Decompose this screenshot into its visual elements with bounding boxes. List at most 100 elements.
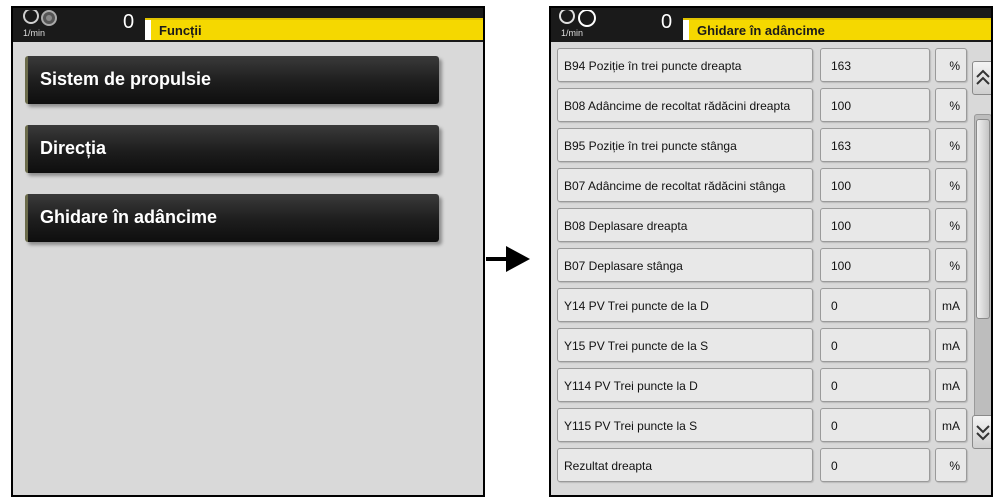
parameter-value: 100 <box>831 259 852 273</box>
parameter-unit-cell: mA <box>935 408 967 442</box>
parameter-value: 0 <box>831 419 838 433</box>
parameter-label-cell: Y115 PV Trei puncte la S <box>557 408 813 442</box>
parameter-row: B94 Poziție în trei puncte dreapta 163% <box>557 48 969 82</box>
parameter-row: Y115 PV Trei puncte la S 0 mA <box>557 408 969 442</box>
menu-button-propulsion[interactable]: Sistem de propulsie <box>25 56 439 104</box>
parameter-unit: mA <box>942 419 960 433</box>
parameter-value: 163 <box>831 59 852 73</box>
parameter-unit-cell: % <box>935 128 967 162</box>
parameter-value-cell[interactable]: 100 <box>820 248 930 282</box>
parameter-row: Y15 PV Trei puncte de la S 0 mA <box>557 328 969 362</box>
parameter-label: B07 Deplasare stânga <box>564 259 683 273</box>
parameter-row: B08 Adâncime de recoltat rădăcini dreapt… <box>557 88 969 122</box>
parameter-value-cell[interactable]: 100 <box>820 88 930 122</box>
parameter-unit-cell: mA <box>935 288 967 322</box>
parameter-label: Y14 PV Trei puncte de la D <box>564 299 709 313</box>
rpm-value: 0 <box>661 11 673 33</box>
rpm-value: 0 <box>123 11 135 33</box>
parameter-value-cell[interactable]: 100 <box>820 168 930 202</box>
parameter-label-cell: B08 Adâncime de recoltat rădăcini dreapt… <box>557 88 813 122</box>
parameter-value-cell[interactable]: 0 <box>820 448 930 482</box>
status-header: 1/min 0 Ghidare în adâncime <box>551 8 991 42</box>
menu-button-steering[interactable]: Direcția <box>25 125 439 173</box>
parameter-unit-cell: % <box>935 48 967 82</box>
parameter-unit: % <box>949 219 960 233</box>
parameter-value-cell[interactable]: 0 <box>820 328 930 362</box>
menu-button-label: Direcția <box>40 138 107 158</box>
parameter-value-cell[interactable]: 0 <box>820 368 930 402</box>
rpm-gauge-icon: 1/min <box>19 8 79 40</box>
parameter-row: Y114 PV Trei puncte la D 0 mA <box>557 368 969 402</box>
scroll-down-button[interactable] <box>972 415 991 449</box>
title-bar: Funcții <box>145 18 483 40</box>
chevron-double-down-icon <box>976 425 990 441</box>
parameter-unit: % <box>949 259 960 273</box>
parameter-unit: % <box>949 459 960 473</box>
rpm-unit-label: 1/min <box>23 28 46 38</box>
right-arrow-icon <box>486 246 530 272</box>
parameter-unit-cell: mA <box>935 328 967 362</box>
parameter-unit: mA <box>942 379 960 393</box>
parameter-unit-cell: % <box>935 168 967 202</box>
menu-button-label: Ghidare în adâncime <box>40 207 218 227</box>
parameter-label: B94 Poziție în trei puncte dreapta <box>564 59 742 73</box>
parameter-value: 100 <box>831 219 852 233</box>
parameter-row: Y14 PV Trei puncte de la D 0 mA <box>557 288 969 322</box>
scrollbar-thumb[interactable] <box>976 119 990 319</box>
parameter-value-cell[interactable]: 163 <box>820 48 930 82</box>
parameter-value: 163 <box>831 139 852 153</box>
parameter-value-cell[interactable]: 0 <box>820 288 930 322</box>
parameter-unit-cell: % <box>935 208 967 242</box>
menu-button-label: Sistem de propulsie <box>40 69 212 89</box>
parameter-unit: mA <box>942 339 960 353</box>
parameter-value: 0 <box>831 459 838 473</box>
status-header: 1/min 0 Funcții <box>13 8 483 42</box>
parameter-label: B08 Adâncime de recoltat rădăcini dreapt… <box>564 99 791 113</box>
scrollbar-track[interactable] <box>974 114 991 424</box>
parameter-panel: B94 Poziție în trei puncte dreapta 163% B0… <box>551 42 991 495</box>
parameter-unit-cell: mA <box>935 368 967 402</box>
parameter-label: Y115 PV Trei puncte la S <box>564 419 698 433</box>
parameter-value: 100 <box>831 99 852 113</box>
functions-screen: 1/min 0 Funcții Sistem de propulsie Dire… <box>11 6 485 497</box>
parameter-label-cell: B07 Adâncime de recoltat rădăcini stânga <box>557 168 813 202</box>
page-title: Ghidare în adâncime <box>697 23 825 38</box>
scroll-up-button[interactable] <box>972 61 991 95</box>
parameter-label: B08 Deplasare dreapta <box>564 219 688 233</box>
parameter-label-cell: Y14 PV Trei puncte de la D <box>557 288 813 322</box>
parameter-unit: % <box>949 99 960 113</box>
parameter-value-cell[interactable]: 163 <box>820 128 930 162</box>
parameter-unit: mA <box>942 299 960 313</box>
parameter-label: Y15 PV Trei puncte de la S <box>564 339 709 353</box>
menu-panel: Sistem de propulsie Direcția Ghidare în … <box>13 42 483 495</box>
parameter-label: Rezultat dreapta <box>564 459 653 473</box>
parameter-label: B95 Poziție în trei puncte stânga <box>564 139 737 153</box>
parameter-unit: % <box>949 139 960 153</box>
chevron-double-up-icon <box>976 69 990 85</box>
parameter-label-cell: Y114 PV Trei puncte la D <box>557 368 813 402</box>
parameter-row: B08 Deplasare dreapta 100% <box>557 208 969 242</box>
parameter-unit-cell: % <box>935 248 967 282</box>
page-title: Funcții <box>159 23 202 38</box>
parameter-value: 0 <box>831 299 838 313</box>
menu-button-depth-guidance[interactable]: Ghidare în adâncime <box>25 194 439 242</box>
parameter-row: B07 Adâncime de recoltat rădăcini stânga… <box>557 168 969 202</box>
parameter-value: 0 <box>831 339 838 353</box>
title-bar: Ghidare în adâncime <box>683 18 991 40</box>
parameter-label-cell: B08 Deplasare dreapta <box>557 208 813 242</box>
parameter-unit-cell: % <box>935 448 967 482</box>
parameter-label-cell: B94 Poziție în trei puncte dreapta <box>557 48 813 82</box>
rpm-gauge-icon: 1/min <box>557 8 617 40</box>
parameter-value: 100 <box>831 179 852 193</box>
parameter-label-cell: B95 Poziție în trei puncte stânga <box>557 128 813 162</box>
parameter-unit: % <box>949 179 960 193</box>
parameter-row: B95 Poziție în trei puncte stânga 163% <box>557 128 969 162</box>
parameter-unit: % <box>949 59 960 73</box>
parameter-unit-cell: % <box>935 88 967 122</box>
parameter-value-cell[interactable]: 100 <box>820 208 930 242</box>
parameter-row: B07 Deplasare stânga 100% <box>557 248 969 282</box>
parameter-value: 0 <box>831 379 838 393</box>
parameter-label: Y114 PV Trei puncte la D <box>564 379 698 393</box>
parameter-value-cell[interactable]: 0 <box>820 408 930 442</box>
depth-guidance-screen: 1/min 0 Ghidare în adâncime B94 Poziție … <box>549 6 993 497</box>
